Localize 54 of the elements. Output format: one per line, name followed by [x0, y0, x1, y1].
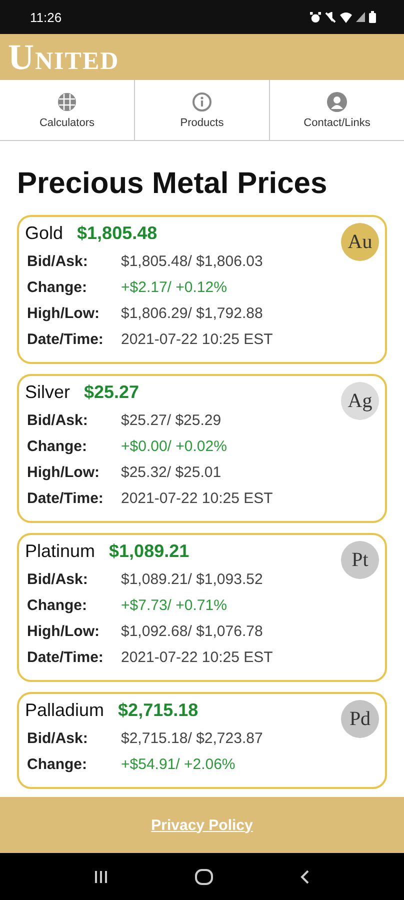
row-label: Bid/Ask:: [27, 570, 89, 588]
row-value: $1,092.68/ $1,076.78: [121, 622, 263, 640]
page-title: Precious Metal Prices: [17, 167, 328, 201]
row-value: +$54.91/ +2.06%: [121, 756, 236, 772]
element-symbol-badge: Au: [341, 223, 379, 261]
row-label: Change:: [27, 438, 88, 454]
row-label: High/Low:: [27, 304, 100, 322]
metal-price: $1,089.21: [109, 541, 190, 562]
grid-icon: [57, 92, 77, 112]
row-label: High/Low:: [27, 622, 100, 640]
back-icon[interactable]: [299, 868, 311, 884]
element-symbol-badge: Ag: [341, 382, 379, 420]
row-label: Change:: [27, 278, 88, 296]
row-label: Bid/Ask:: [27, 252, 89, 270]
element-symbol-badge: Pd: [341, 700, 379, 738]
wifi-icon: [340, 12, 352, 22]
metal-name: Gold: [25, 223, 64, 244]
row-value: 2021-07-22 10:25 EST: [121, 490, 273, 506]
row-value: $1,805.48/ $1,806.03: [121, 252, 263, 270]
metal-name: Silver: [25, 382, 70, 403]
logo: United: [8, 39, 120, 75]
row-label: Bid/Ask:: [27, 412, 89, 428]
row-value: +$7.73/ +0.71%: [121, 596, 227, 614]
row-value: $1,806.29/ $1,792.88: [121, 304, 263, 322]
row-label: Change:: [27, 596, 88, 614]
alarm-icon: [310, 12, 321, 22]
metal-name: Platinum: [25, 541, 96, 562]
row-value: $25.27/ $25.29: [121, 412, 222, 428]
row-label: High/Low:: [27, 464, 100, 480]
info-icon: [192, 92, 212, 112]
battery-icon: [369, 11, 376, 23]
row-value: $1,089.21/ $1,093.52: [121, 570, 263, 588]
person-icon: [327, 92, 347, 112]
row-label: Date/Time:: [27, 648, 104, 666]
metal-price: $2,715.18: [118, 700, 198, 721]
row-value: +$2.17/ +0.12%: [121, 278, 227, 296]
row-label: Change:: [27, 756, 88, 772]
signal-icon: [356, 12, 365, 22]
row-label: Bid/Ask:: [27, 730, 89, 746]
row-value: 2021-07-22 10:25 EST: [121, 330, 273, 348]
mute-icon: [325, 12, 336, 22]
metal-name: Palladium: [25, 700, 104, 721]
home-icon[interactable]: [195, 868, 213, 884]
clock: 11:26: [30, 10, 62, 24]
row-value: +$0.00/ +0.02%: [121, 438, 227, 454]
element-symbol-badge: Pt: [341, 541, 379, 579]
metal-price: $1,805.48: [77, 223, 158, 244]
row-label: Date/Time:: [27, 330, 104, 348]
row-value: $25.32/ $25.01: [121, 464, 222, 480]
row-label: Date/Time:: [27, 490, 104, 506]
row-value: $2,715.18/ $2,723.87: [121, 730, 263, 746]
recents-icon[interactable]: [93, 868, 109, 884]
metal-price: $25.27: [84, 382, 140, 403]
row-value: 2021-07-22 10:25 EST: [121, 648, 273, 666]
